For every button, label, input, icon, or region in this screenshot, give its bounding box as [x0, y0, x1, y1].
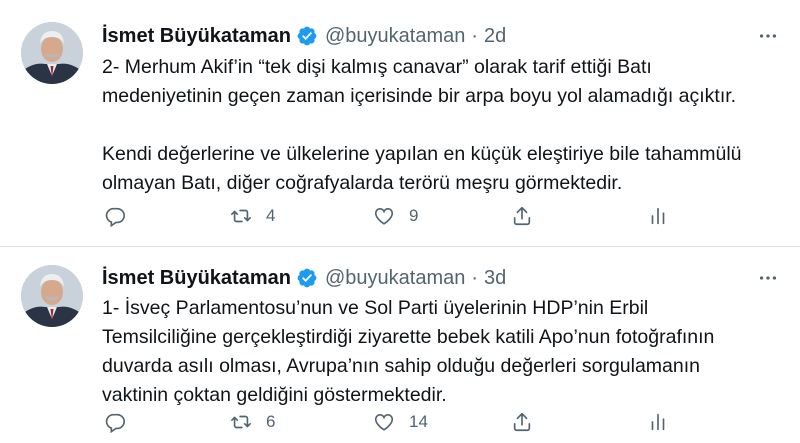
tweet-text-line: 2- Merhum Akif’in “tek dişi kalmış canav… [102, 56, 652, 78]
tweet-text-line: medeniyetinin geçen zaman içerisinde bir… [102, 85, 737, 107]
author-name[interactable]: İsmet Büyükataman [102, 267, 291, 290]
tweet-text: 1- İsveç Parlamentosu’nun ve Sol Parti ü… [102, 294, 782, 410]
like-count: 9 [409, 206, 419, 225]
tweet-actions: 4 9 [102, 201, 672, 231]
reply-button[interactable] [104, 407, 126, 437]
share-icon [513, 206, 531, 226]
avatar[interactable] [21, 265, 83, 327]
retweet-button[interactable]: 6 [230, 407, 275, 437]
avatar-image [21, 265, 83, 327]
more-options-icon[interactable] [754, 22, 782, 50]
timestamp[interactable]: 2d [484, 25, 506, 48]
share-icon [513, 412, 531, 432]
heart-icon [374, 208, 394, 225]
tweet-text-line: olmayan Batı, diğer coğrafyalarda terörü… [102, 172, 623, 194]
tweet-text-line: duvarda asılı olması, Avrupa’nın sahip o… [102, 355, 701, 377]
tweet-actions: 6 14 [102, 407, 672, 437]
tweet-text-line: 1- İsveç Parlamentosu’nun ve Sol Parti ü… [102, 297, 649, 319]
verified-badge-icon [296, 267, 318, 289]
analytics-button[interactable] [647, 201, 669, 231]
tweet-text-line: vaktinin çoktan geldiğini göstermektedir… [102, 384, 447, 406]
reply-icon [105, 207, 125, 227]
reply-button[interactable] [104, 201, 126, 231]
author-handle[interactable]: @buyukataman [325, 267, 465, 290]
verified-badge-icon [296, 25, 318, 47]
share-button[interactable] [511, 201, 533, 231]
tweet-header: İsmet Büyükataman @buyukataman · 2d [102, 22, 506, 50]
author-handle[interactable]: @buyukataman [325, 25, 465, 48]
analytics-icon [651, 207, 665, 225]
like-count: 14 [409, 412, 428, 431]
reply-icon [105, 413, 125, 433]
more-options-icon[interactable] [754, 264, 782, 292]
like-button[interactable]: 9 [373, 201, 418, 231]
retweet-icon [231, 209, 251, 223]
tweet[interactable]: İsmet Büyükataman @buyukataman · 2d 2- M… [0, 0, 800, 247]
avatar[interactable] [21, 22, 83, 84]
retweet-icon [231, 415, 251, 429]
tweet-header: İsmet Büyükataman @buyukataman · 3d [102, 264, 506, 292]
separator-dot: · [471, 266, 479, 289]
tweet[interactable]: İsmet Büyükataman @buyukataman · 3d 1- İ… [0, 247, 800, 443]
like-button[interactable]: 14 [373, 407, 428, 437]
tweet-text-line: Kendi değerlerine ve ülkelerine yapılan … [102, 143, 742, 165]
retweet-count: 6 [266, 412, 276, 431]
timestamp[interactable]: 3d [484, 267, 506, 290]
analytics-icon [651, 413, 665, 431]
share-button[interactable] [511, 407, 533, 437]
retweet-count: 4 [266, 206, 276, 225]
heart-icon [374, 414, 394, 431]
analytics-button[interactable] [647, 407, 669, 437]
tweet-text-line: Temsilciliğine gerçekleştirdiği ziyarett… [102, 326, 715, 348]
separator-dot: · [471, 24, 479, 47]
paragraph-break [102, 111, 782, 140]
tweet-text: 2- Merhum Akif’in “tek dişi kalmış canav… [102, 53, 782, 198]
author-name[interactable]: İsmet Büyükataman [102, 25, 291, 48]
retweet-button[interactable]: 4 [230, 201, 275, 231]
avatar-image [21, 22, 83, 84]
